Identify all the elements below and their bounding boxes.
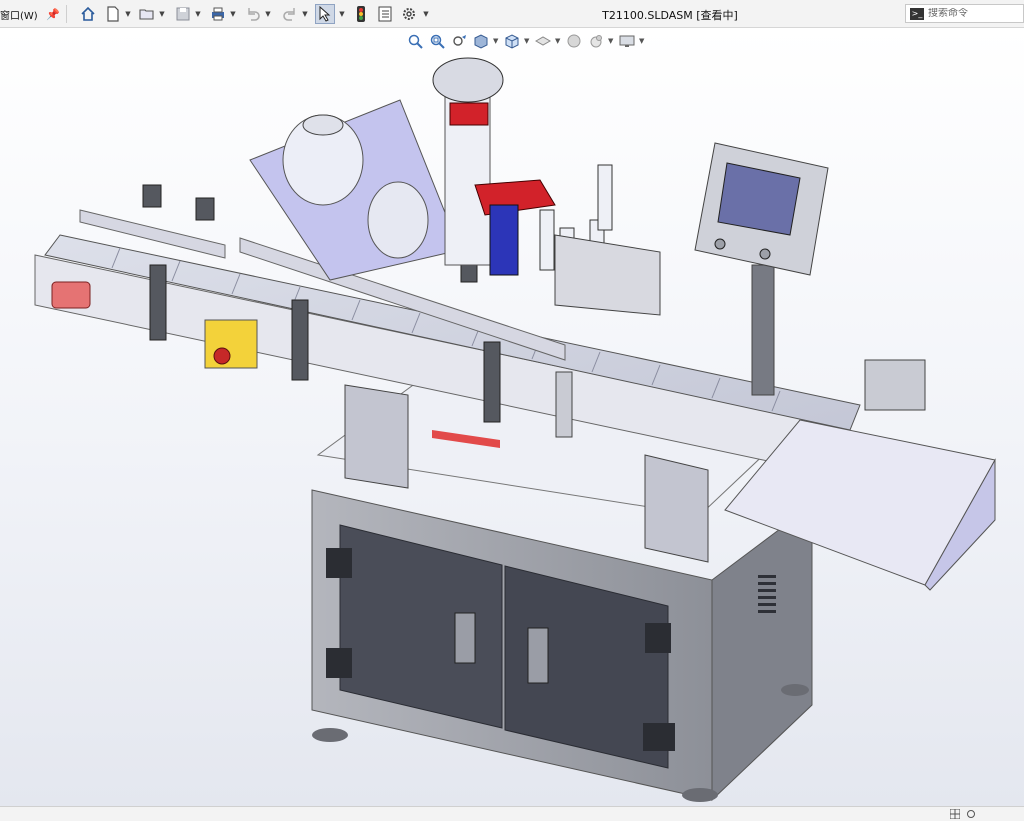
search-input[interactable] (928, 8, 1018, 19)
status-bar (0, 806, 1024, 821)
home-icon[interactable] (78, 4, 98, 24)
search-commands[interactable]: >_ (905, 4, 1024, 23)
chevron-down-icon[interactable]: ▼ (422, 4, 430, 24)
undo-icon[interactable] (243, 4, 263, 24)
chevron-down-icon[interactable]: ▼ (124, 4, 132, 24)
window-title: T21100.SLDASM [查看中] (602, 9, 738, 22)
status-grid-icon[interactable] (949, 808, 961, 820)
hinge (645, 623, 671, 653)
leveling-foot (682, 788, 718, 802)
hinge (643, 723, 675, 751)
file-properties-icon[interactable] (375, 4, 395, 24)
command-prompt-icon: >_ (910, 7, 924, 20)
hmi-stand-pole (751, 264, 775, 396)
sensor-mount (555, 371, 573, 438)
support-bracket (644, 454, 709, 563)
print-icon[interactable] (208, 4, 228, 24)
status-settings-icon[interactable] (966, 809, 976, 819)
leveling-foot (781, 684, 809, 696)
save-icon[interactable] (173, 4, 193, 24)
support-bracket (344, 384, 409, 489)
stepper-motor (449, 102, 489, 126)
hmi-button[interactable] (759, 248, 771, 260)
chevron-down-icon[interactable]: ▼ (338, 4, 346, 24)
emergency-stop-button[interactable] (213, 347, 231, 365)
title-bar: 窗口(W) 📌 ▼ ▼ ▼ ▼ ▼ ▼ ▼ ▼ T21100.SLDASM [查… (0, 0, 1024, 28)
wrapping-belt-unit (554, 234, 661, 316)
door-handle-left[interactable] (454, 612, 476, 664)
hinge (326, 548, 352, 578)
traffic-light-icon[interactable] (351, 4, 371, 24)
chevron-down-icon[interactable]: ▼ (264, 4, 272, 24)
graphics-area[interactable]: ▼ ▼ ▼ ▼ ▼ (0, 28, 1024, 806)
door-handle-right[interactable] (527, 627, 549, 684)
cad-model-render[interactable] (0, 28, 1024, 806)
cabinet-side (711, 504, 813, 802)
chevron-down-icon[interactable]: ▼ (158, 4, 166, 24)
hinge (326, 648, 352, 678)
chevron-down-icon[interactable]: ▼ (229, 4, 237, 24)
select-pointer-icon[interactable] (315, 4, 335, 24)
hmi-button[interactable] (714, 238, 726, 250)
new-document-icon[interactable] (103, 4, 123, 24)
chevron-down-icon[interactable]: ▼ (194, 4, 202, 24)
emergency-stop-box[interactable] (204, 319, 258, 369)
gear-icon[interactable] (399, 4, 419, 24)
pin-icon[interactable]: 📌 (46, 4, 60, 24)
label-roll-hub (302, 114, 344, 136)
open-folder-icon[interactable] (137, 4, 157, 24)
power-switch[interactable] (51, 281, 91, 309)
bottle-blue (489, 204, 519, 276)
leveling-foot (312, 728, 348, 742)
toolbar-separator (66, 5, 67, 23)
chevron-down-icon[interactable]: ▼ (301, 4, 309, 24)
adjustment-handwheel[interactable] (432, 57, 504, 103)
redo-icon[interactable] (280, 4, 300, 24)
menu-window[interactable]: 窗口(W) (0, 7, 38, 22)
drive-motor (864, 359, 926, 411)
take-up-roll (367, 181, 429, 259)
